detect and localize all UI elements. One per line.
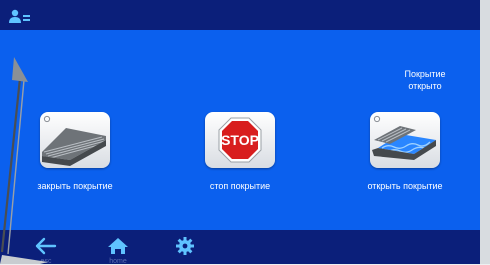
hmi-screen: Покрытие открыто закрыть покрытие STOP с…: [0, 0, 480, 265]
cover-open-icon: [372, 115, 436, 160]
stop-cover-button[interactable]: STOP: [205, 112, 275, 168]
cover-closed-icon: [42, 115, 107, 166]
bottom-nav-bar: esc home: [0, 230, 480, 265]
open-cover-label: открыть покрытие: [367, 181, 443, 191]
close-cover-label: закрыть покрытие: [37, 181, 113, 191]
gear-icon: [176, 237, 194, 255]
close-cover-button[interactable]: [40, 112, 110, 168]
cover-status-text: Покрытие открыто: [404, 69, 446, 91]
user-settings-icon[interactable]: [9, 9, 31, 23]
back-button[interactable]: esc: [26, 236, 66, 265]
home-icon: [108, 238, 128, 254]
open-cover-button[interactable]: [370, 112, 440, 168]
home-button[interactable]: home: [98, 236, 138, 265]
arrow-left-icon: [35, 237, 57, 255]
stop-sign-icon: STOP: [218, 117, 262, 163]
stop-sign-text: STOP: [221, 132, 259, 148]
device-frame-edge: [480, 0, 490, 264]
settings-button[interactable]: [165, 236, 205, 262]
stop-cover-label: стоп покрытие: [209, 181, 271, 191]
top-bar: [0, 0, 480, 30]
